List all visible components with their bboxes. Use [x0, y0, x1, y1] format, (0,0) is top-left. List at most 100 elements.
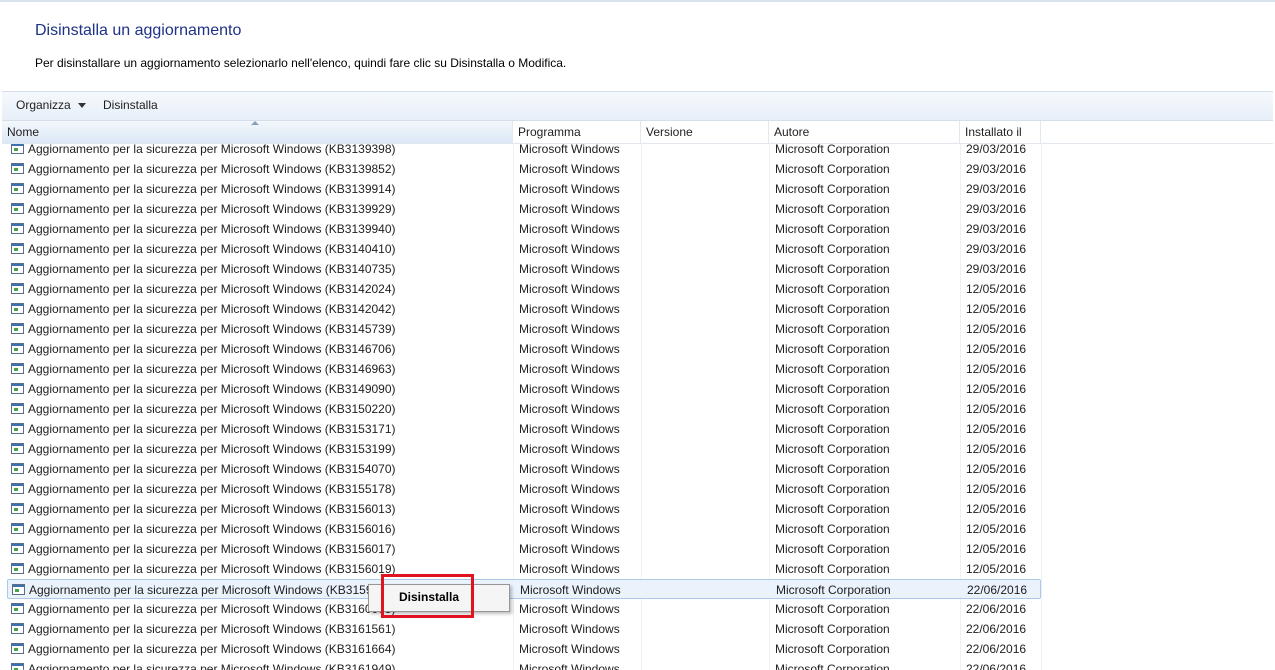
table-row[interactable]: Aggiornamento per la sicurezza per Micro…	[7, 639, 1041, 659]
table-row[interactable]: Aggiornamento per la sicurezza per Micro…	[7, 299, 1041, 319]
column-header-name[interactable]: Nome	[2, 121, 513, 143]
cell-name: Aggiornamento per la sicurezza per Micro…	[28, 442, 396, 456]
top-border	[0, 0, 1275, 2]
uninstall-update-window: Disinstalla un aggiornamento Per disinst…	[0, 0, 1275, 670]
table-row[interactable]: Aggiornamento per la sicurezza per Micro…	[7, 439, 1041, 459]
cell-installed: 22/06/2016	[966, 622, 1027, 636]
cell-name: Aggiornamento per la sicurezza per Micro…	[28, 282, 396, 296]
cell-version	[646, 379, 766, 399]
table-row[interactable]: Aggiornamento per la sicurezza per Micro…	[7, 379, 1041, 399]
update-package-icon	[11, 383, 24, 394]
cell-publisher: Microsoft Corporation	[775, 182, 890, 196]
cell-program: Microsoft Windows	[519, 422, 620, 436]
list-header: Nome Programma Versione Autore Installat…	[2, 121, 1273, 144]
cell-version	[646, 419, 766, 439]
cell-installed: 12/05/2016	[966, 502, 1027, 516]
cell-installed: 12/05/2016	[966, 562, 1027, 576]
update-package-icon	[11, 403, 24, 414]
cell-version	[646, 559, 766, 579]
table-row[interactable]: Aggiornamento per la sicurezza per Micro…	[7, 479, 1041, 499]
cell-installed: 12/05/2016	[966, 522, 1027, 536]
cell-installed: 29/03/2016	[966, 182, 1027, 196]
table-row[interactable]: Aggiornamento per la sicurezza per Micro…	[7, 339, 1041, 359]
cell-version	[646, 279, 766, 299]
cell-name: Aggiornamento per la sicurezza per Micro…	[28, 342, 396, 356]
table-row[interactable]: Aggiornamento per la sicurezza per Micro…	[7, 219, 1041, 239]
table-row[interactable]: Aggiornamento per la sicurezza per Micro…	[7, 519, 1041, 539]
table-row[interactable]: Aggiornamento per la sicurezza per Micro…	[7, 319, 1041, 339]
organize-button[interactable]: Organizza	[16, 98, 86, 112]
cell-name: Aggiornamento per la sicurezza per Micro…	[28, 322, 396, 336]
cell-program: Microsoft Windows	[519, 322, 620, 336]
table-row[interactable]: Aggiornamento per la sicurezza per Micro…	[7, 599, 1041, 619]
cell-publisher: Microsoft Corporation	[775, 402, 890, 416]
column-header-version[interactable]: Versione	[641, 121, 769, 143]
column-header-installed[interactable]: Installato il	[960, 121, 1041, 143]
cell-publisher: Microsoft Corporation	[775, 382, 890, 396]
cell-version	[646, 259, 766, 279]
cell-program: Microsoft Windows	[519, 602, 620, 616]
table-row[interactable]: Aggiornamento per la sicurezza per Micro…	[7, 659, 1041, 670]
cell-publisher: Microsoft Corporation	[775, 622, 890, 636]
column-header-publisher[interactable]: Autore	[769, 121, 960, 143]
cell-installed: 12/05/2016	[966, 422, 1027, 436]
table-row[interactable]: Aggiornamento per la sicurezza per Micro…	[7, 239, 1041, 259]
table-row[interactable]: Aggiornamento per la sicurezza per Micro…	[7, 459, 1041, 479]
table-row[interactable]: Aggiornamento per la sicurezza per Micro…	[7, 144, 1041, 159]
cell-name: Aggiornamento per la sicurezza per Micro…	[28, 242, 396, 256]
column-header-program[interactable]: Programma	[513, 121, 641, 143]
cell-version	[646, 599, 766, 619]
table-row[interactable]: Aggiornamento per la sicurezza per Micro…	[7, 279, 1041, 299]
cell-name: Aggiornamento per la sicurezza per Micro…	[28, 462, 396, 476]
cell-program: Microsoft Windows	[519, 362, 620, 376]
cell-name: Aggiornamento per la sicurezza per Micro…	[28, 622, 396, 636]
cell-version	[646, 339, 766, 359]
update-package-icon	[11, 323, 24, 334]
cell-version	[646, 479, 766, 499]
cell-program: Microsoft Windows	[519, 622, 620, 636]
table-row[interactable]: Aggiornamento per la sicurezza per Micro…	[7, 359, 1041, 379]
cell-version	[646, 499, 766, 519]
cell-installed: 22/06/2016	[966, 642, 1027, 656]
cell-program: Microsoft Windows	[519, 442, 620, 456]
update-package-icon	[12, 584, 25, 595]
table-row[interactable]: Aggiornamento per la sicurezza per Micro…	[7, 399, 1041, 419]
cell-installed: 12/05/2016	[966, 342, 1027, 356]
context-menu-uninstall[interactable]: Disinstalla	[399, 590, 459, 604]
cell-installed: 29/03/2016	[966, 202, 1027, 216]
table-row[interactable]: Aggiornamento per la sicurezza per Micro…	[7, 559, 1041, 579]
cell-installed: 12/05/2016	[966, 442, 1027, 456]
table-row[interactable]: Aggiornamento per la sicurezza per Micro…	[7, 179, 1041, 199]
table-row[interactable]: Aggiornamento per la sicurezza per Micro…	[7, 579, 1041, 599]
update-package-icon	[11, 303, 24, 314]
table-row[interactable]: Aggiornamento per la sicurezza per Micro…	[7, 539, 1041, 559]
uninstall-button[interactable]: Disinstalla	[103, 98, 158, 112]
table-row[interactable]: Aggiornamento per la sicurezza per Micro…	[7, 619, 1041, 639]
cell-installed: 12/05/2016	[966, 322, 1027, 336]
uninstall-label: Disinstalla	[103, 98, 158, 112]
cell-version	[646, 639, 766, 659]
cell-installed: 29/03/2016	[966, 222, 1027, 236]
table-row[interactable]: Aggiornamento per la sicurezza per Micro…	[7, 259, 1041, 279]
cell-publisher: Microsoft Corporation	[775, 542, 890, 556]
cell-version	[646, 659, 766, 670]
cell-program: Microsoft Windows	[519, 342, 620, 356]
column-header-name-label: Nome	[7, 125, 40, 139]
table-row[interactable]: Aggiornamento per la sicurezza per Micro…	[7, 419, 1041, 439]
cell-version	[646, 519, 766, 539]
cell-publisher: Microsoft Corporation	[775, 562, 890, 576]
cell-publisher: Microsoft Corporation	[775, 602, 890, 616]
cell-publisher: Microsoft Corporation	[775, 242, 890, 256]
table-row[interactable]: Aggiornamento per la sicurezza per Micro…	[7, 499, 1041, 519]
cell-version	[646, 619, 766, 639]
cell-installed: 22/06/2016	[967, 583, 1028, 597]
table-row[interactable]: Aggiornamento per la sicurezza per Micro…	[7, 199, 1041, 219]
cell-name: Aggiornamento per la sicurezza per Micro…	[28, 422, 396, 436]
cell-publisher: Microsoft Corporation	[775, 322, 890, 336]
table-row[interactable]: Aggiornamento per la sicurezza per Micro…	[7, 159, 1041, 179]
cell-program: Microsoft Windows	[519, 662, 620, 670]
column-header-version-label: Versione	[646, 125, 693, 139]
context-menu: Disinstalla	[368, 584, 510, 612]
cell-installed: 12/05/2016	[966, 402, 1027, 416]
update-package-icon	[11, 263, 24, 274]
